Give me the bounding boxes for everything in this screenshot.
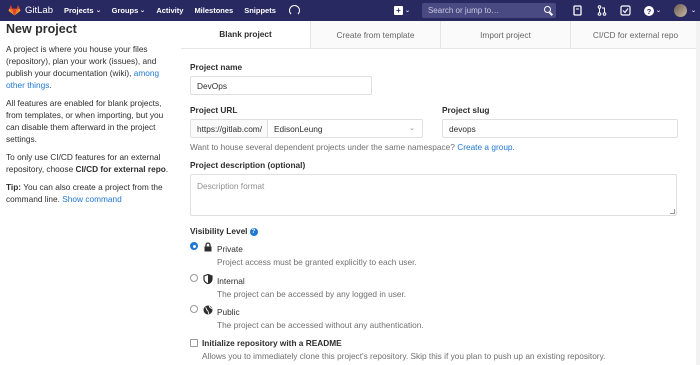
tab-ci-cd-external-repo[interactable]: CI/CD for external repo bbox=[570, 21, 700, 48]
left-info-panel: New project A project is where you house… bbox=[6, 21, 176, 205]
visibility-public-radio[interactable] bbox=[190, 305, 198, 313]
nav-snippets[interactable]: Snippets bbox=[244, 6, 276, 15]
gitlab-home-link[interactable]: GitLab bbox=[8, 5, 64, 16]
visibility-internal-radio[interactable] bbox=[190, 274, 198, 282]
ci-cd-paragraph: To only use CI/CD features for an extern… bbox=[6, 152, 169, 174]
initialize-readme-description: Allows you to immediately clone this pro… bbox=[202, 351, 606, 361]
project-slug-label: Project slug bbox=[442, 105, 490, 115]
project-description-label: Project description (optional) bbox=[190, 160, 306, 170]
show-command-link[interactable]: Show command bbox=[62, 194, 122, 204]
gitlab-logo-icon bbox=[8, 5, 21, 16]
new-item-dropdown[interactable]: + ⌄ bbox=[393, 6, 411, 15]
tip-paragraph: Tip: You can also create a project from … bbox=[6, 182, 163, 204]
nav-projects-dropdown[interactable]: Projects ⌄ bbox=[64, 6, 101, 15]
chevron-down-icon: ⌄ bbox=[409, 125, 415, 132]
todos-icon[interactable] bbox=[619, 4, 633, 18]
page-scrollbar[interactable] bbox=[696, 21, 700, 365]
visibility-private-description: Project access must be granted explicitl… bbox=[217, 257, 417, 267]
page-title: New project bbox=[6, 22, 77, 36]
project-url-label: Project URL bbox=[190, 105, 238, 115]
namespace-select[interactable]: EdisonLeung ⌄ bbox=[267, 119, 423, 138]
project-creation-tabs: Blank project Create from template Impor… bbox=[181, 21, 700, 49]
visibility-private-radio[interactable] bbox=[190, 242, 198, 250]
issues-icon[interactable] bbox=[571, 4, 585, 18]
search-input[interactable]: Search or jump to… bbox=[421, 3, 556, 18]
question-circle-icon[interactable]: ? bbox=[249, 227, 258, 236]
resize-handle[interactable] bbox=[670, 209, 675, 214]
top-navbar: GitLab Projects ⌄ Groups ⌄ Activity Milest… bbox=[0, 0, 700, 21]
visibility-internal-title: Internal bbox=[217, 276, 245, 286]
svg-text:?: ? bbox=[647, 6, 652, 15]
chevron-down-icon[interactable]: ⌄ bbox=[690, 7, 696, 14]
chevron-down-icon: ⌄ bbox=[655, 8, 662, 14]
namespace-help-text: Want to house several dependent projects… bbox=[190, 142, 515, 152]
project-name-label: Project name bbox=[190, 62, 243, 72]
nav-activity[interactable]: Activity bbox=[156, 6, 183, 15]
initialize-readme-label: Initialize repository with a README bbox=[202, 338, 342, 348]
lock-icon bbox=[204, 242, 212, 252]
search-icon bbox=[543, 6, 551, 13]
tab-create-from-template[interactable]: Create from template bbox=[310, 21, 440, 48]
project-name-input[interactable]: DevOps bbox=[190, 76, 372, 95]
tab-blank-project[interactable]: Blank project bbox=[181, 21, 310, 48]
initialize-readme-checkbox[interactable] bbox=[190, 339, 198, 347]
help-icon[interactable]: ? ⌄ bbox=[643, 4, 663, 18]
visibility-public-description: The project can be accessed without any … bbox=[217, 320, 424, 330]
chevron-down-icon: ⌄ bbox=[139, 8, 146, 14]
shield-icon bbox=[203, 274, 213, 284]
nav-groups-dropdown[interactable]: Groups ⌄ bbox=[112, 6, 146, 15]
nav-milestones[interactable]: Milestones bbox=[194, 6, 233, 15]
plus-square-icon: + bbox=[393, 6, 403, 15]
project-slug-input[interactable]: devops bbox=[442, 119, 678, 138]
chevron-down-icon: ⌄ bbox=[404, 8, 411, 14]
visibility-internal-description: The project can be accessed by any logge… bbox=[217, 289, 407, 299]
globe-icon bbox=[203, 305, 213, 315]
intro-paragraph: A project is where you house your files … bbox=[6, 44, 160, 90]
visibility-private-title: Private bbox=[217, 244, 243, 254]
project-url-prefix: https://gitlab.com/ bbox=[190, 119, 268, 138]
tab-import-project[interactable]: Import project bbox=[440, 21, 570, 48]
performance-bar-icon[interactable] bbox=[288, 5, 300, 16]
visibility-public-title: Public bbox=[217, 307, 240, 317]
chevron-down-icon: ⌄ bbox=[95, 8, 102, 14]
features-paragraph: All features are enabled for blank proje… bbox=[6, 98, 164, 144]
user-avatar[interactable] bbox=[673, 4, 687, 17]
project-description-textarea[interactable]: Description format bbox=[190, 174, 677, 216]
merge-requests-icon[interactable] bbox=[595, 4, 609, 18]
visibility-level-label: Visibility Level? bbox=[190, 226, 258, 236]
brand-name: GitLab bbox=[25, 5, 53, 16]
create-group-link[interactable]: Create a group. bbox=[457, 142, 515, 152]
